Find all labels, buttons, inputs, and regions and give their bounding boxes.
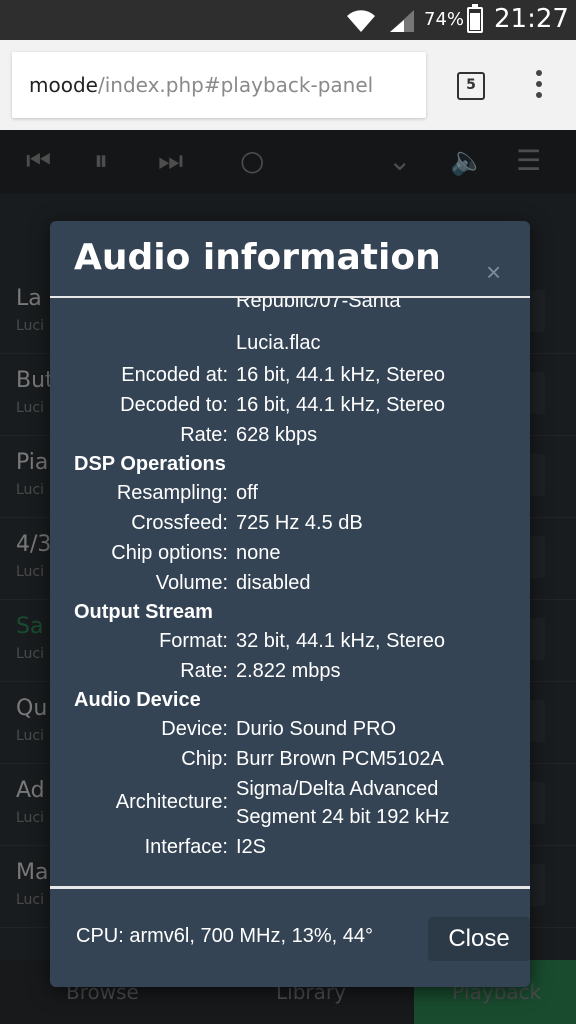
chip-options-label: Chip options: xyxy=(111,542,228,564)
crossfeed-value: 725 Hz 4.5 dB xyxy=(236,512,363,534)
status-bar: 74% 21:27 xyxy=(0,0,576,40)
resampling-value: off xyxy=(236,482,258,504)
rate-label: Rate: xyxy=(180,424,228,446)
output-rate-label: Rate: xyxy=(180,660,228,682)
volume-value: disabled xyxy=(236,572,311,594)
overflow-menu-icon[interactable] xyxy=(536,70,542,103)
encoded-label: Encoded at: xyxy=(121,364,228,386)
cpu-info: CPU: armv6l, 700 MHz, 13%, 44° xyxy=(76,925,373,947)
device-section-heading: Audio Device xyxy=(74,689,201,711)
wifi-icon xyxy=(347,10,375,32)
battery-icon xyxy=(467,4,483,33)
rate-value: 628 kbps xyxy=(236,424,318,446)
file-value-cont-1: Republic/07-Santa xyxy=(236,298,401,312)
architecture-value-line-2: Segment 24 bit 192 kHz xyxy=(236,806,450,828)
clock: 21:27 xyxy=(494,4,569,34)
chip-options-value: none xyxy=(236,542,281,564)
device-label: Device: xyxy=(161,718,228,740)
interface-value: I2S xyxy=(236,836,267,858)
tab-switcher-button[interactable]: 5 xyxy=(457,72,485,100)
decoded-label: Decoded to: xyxy=(120,394,228,416)
divider xyxy=(50,886,530,889)
url-field[interactable]: moode/index.php#playback-panel xyxy=(12,52,426,118)
modal-title: Audio information xyxy=(74,237,441,278)
crossfeed-label: Crossfeed: xyxy=(131,512,228,534)
dsp-section-heading: DSP Operations xyxy=(74,453,226,475)
interface-label: Interface: xyxy=(144,836,228,858)
encoded-value: 16 bit, 44.1 kHz, Stereo xyxy=(236,364,446,386)
signal-icon xyxy=(390,10,414,32)
audio-info-modal: Audio information × Republic/07-Santa Lu… xyxy=(50,221,530,987)
output-rate-value: 2.822 mbps xyxy=(236,660,341,682)
architecture-value-line-1: Sigma/Delta Advanced xyxy=(236,778,439,800)
close-button[interactable]: Close xyxy=(428,917,530,961)
url-text: moode/index.php#playback-panel xyxy=(29,73,374,97)
device-value: Durio Sound PRO xyxy=(236,718,397,740)
browser-toolbar: moode/index.php#playback-panel 5 xyxy=(0,40,576,130)
volume-label: Volume: xyxy=(155,572,228,594)
close-icon[interactable]: × xyxy=(486,257,501,288)
format-label: Format: xyxy=(159,630,228,652)
battery-percentage: 74% xyxy=(424,9,465,30)
output-section-heading: Output Stream xyxy=(74,601,213,623)
file-value-cont-2: Lucia.flac xyxy=(236,332,321,354)
chip-value: Burr Brown PCM5102A xyxy=(236,748,444,770)
audio-info-list[interactable]: Republic/07-Santa Lucia.flac Encoded at:… xyxy=(50,298,530,886)
format-value: 32 bit, 44.1 kHz, Stereo xyxy=(236,630,446,652)
chip-label: Chip: xyxy=(181,748,228,770)
architecture-label: Architecture: xyxy=(115,791,228,813)
decoded-value: 16 bit, 44.1 kHz, Stereo xyxy=(236,394,446,416)
resampling-label: Resampling: xyxy=(116,482,228,504)
